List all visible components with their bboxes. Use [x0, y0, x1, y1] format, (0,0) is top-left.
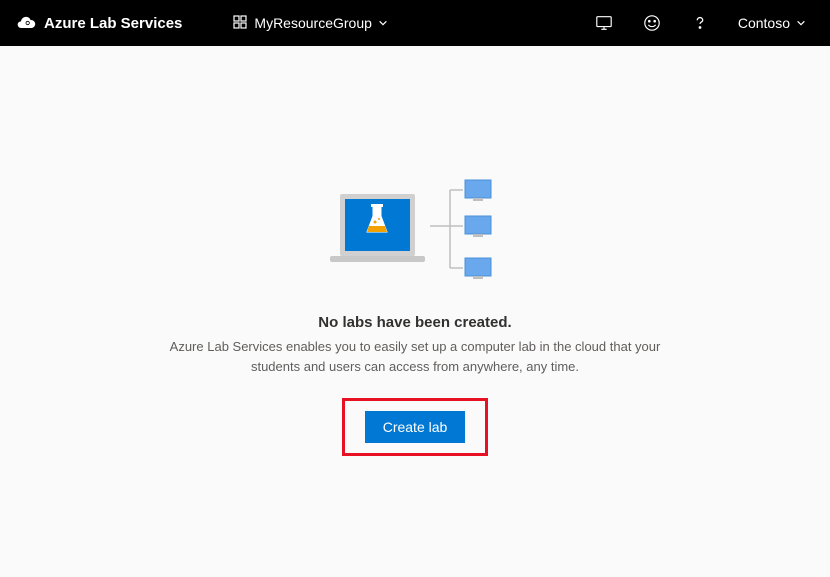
chevron-down-icon — [378, 15, 388, 31]
empty-state-title: No labs have been created. — [318, 314, 511, 331]
app-title: Azure Lab Services — [44, 15, 182, 32]
header-left: Azure Lab Services — [16, 13, 182, 33]
resource-group-name: MyResourceGroup — [254, 15, 372, 31]
create-lab-button[interactable]: Create lab — [365, 411, 466, 443]
account-name: Contoso — [738, 15, 790, 31]
highlight-box: Create lab — [342, 398, 489, 456]
monitor-icon[interactable] — [594, 13, 614, 33]
cloud-lab-icon — [16, 13, 36, 33]
question-icon[interactable] — [690, 13, 710, 33]
header-bar: Azure Lab Services MyResourceGroup — [0, 0, 830, 46]
resource-group-icon — [232, 14, 248, 33]
empty-state-illustration — [325, 176, 505, 286]
empty-state-description: Azure Lab Services enables you to easily… — [145, 337, 685, 376]
smiley-icon[interactable] — [642, 13, 662, 33]
resource-group-dropdown[interactable]: MyResourceGroup — [232, 14, 388, 33]
main-content: No labs have been created. Azure Lab Ser… — [0, 46, 830, 456]
chevron-down-icon — [796, 15, 806, 31]
account-dropdown[interactable]: Contoso — [738, 15, 814, 31]
header-right: Contoso — [594, 13, 814, 33]
